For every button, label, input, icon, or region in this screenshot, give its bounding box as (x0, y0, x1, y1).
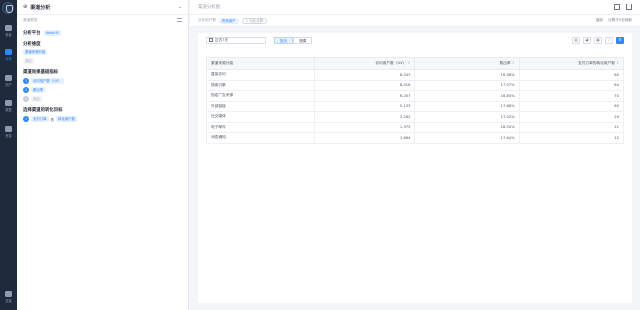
table-body: 直接访问 8,043 16.98% 80 搜索引擎 8,018 17.07% 84 指定广告… (205, 69, 625, 144)
result-toolbar: 过去7天 按天 按周 ▥ ◕ ▦ ⟋ ☰ (198, 33, 632, 47)
config-sidebar: ⊕ 渠道分析 ⌄ 渠道类型 分析平台 Web/H5 分析维度 渠道来源分组 添加… (17, 0, 189, 310)
sort-icon[interactable]: ↕ (616, 61, 619, 65)
metrics-section: 渠道效果基础指标 1 访问用户数（UV） 2 跳出率 + 添加 (17, 69, 188, 102)
goal-connector: 的 (50, 117, 54, 122)
metric-chip[interactable]: 跳出率 (31, 87, 46, 93)
calc-time[interactable]: 计算于2分钟前 (608, 18, 632, 23)
nav-item-data[interactable]: 数据 (0, 97, 17, 114)
nav-item-resources[interactable]: 资源 (0, 123, 17, 140)
add-metric-button[interactable]: 添加 (31, 96, 42, 102)
granularity-day[interactable]: 按天 (274, 36, 294, 44)
result-card: 过去7天 按天 按周 ▥ ◕ ▦ ⟋ ☰ 渠道来源分组 访问用户数（UV）↕ 跳… (198, 33, 632, 303)
bar-chart-icon[interactable]: ▥ (572, 36, 580, 44)
metric-number: 2 (23, 87, 29, 93)
col-header-conversion[interactable]: 支付订单的转化用户数↕ (518, 57, 625, 70)
nav-item-settings[interactable]: 设置 (0, 288, 17, 305)
gear-icon (5, 291, 12, 297)
goal-metric-chip[interactable]: 转化用户数 (55, 116, 77, 122)
sidebar-title: 渠道分析 (30, 4, 51, 11)
page-title[interactable]: 渠道分析图 (198, 4, 220, 10)
platform-section: 分析平台 Web/H5 (17, 30, 188, 36)
dimension-section: 分析维度 渠道来源分组 添加 (17, 41, 188, 64)
sort-icon[interactable]: ↕ (407, 61, 410, 65)
result-table: 渠道来源分组 访问用户数（UV）↕ 跳出率↕ 支付订单的转化用户数↕ 直接访问 8… (205, 57, 625, 144)
sidebar-header: ⊕ 渠道分析 ⌄ (17, 0, 188, 15)
dimension-label: 分析维度 (23, 42, 41, 47)
goal-item[interactable]: 1 支付订单 的 转化用户数 (23, 116, 182, 122)
dashboard-icon (5, 25, 12, 31)
goal-number: 1 (23, 116, 29, 122)
table-row: 直接访问 8,043 16.98% 80 (205, 69, 625, 81)
table-icon[interactable]: ☰ (616, 36, 624, 44)
filter-bar: 分析用户群 所有用户 + 对比分群 保存 计算于2分钟前 (190, 15, 640, 27)
metric-item[interactable]: 1 访问用户数（UV） (23, 78, 182, 84)
date-range-picker[interactable]: 过去7天 (206, 36, 266, 44)
dimension-chip[interactable]: 渠道来源分组 (23, 49, 48, 55)
chevron-down-icon[interactable]: ⌄ (178, 4, 182, 10)
metric-item[interactable]: 2 跳出率 (23, 87, 182, 93)
calendar-icon (209, 38, 213, 42)
user-group-label: 分析用户群 (198, 18, 216, 22)
line-chart-icon[interactable]: ⟋ (605, 36, 613, 44)
metric-number: 1 (23, 78, 29, 84)
table-row: 外部链接 5,133 17.88% 60 (205, 100, 625, 112)
metric-chip[interactable]: 访问用户数（UV） (31, 78, 64, 84)
analysis-icon (5, 49, 12, 55)
goal-section: 选择渠道的转化目标 1 支付订单 的 转化用户数 (17, 107, 188, 122)
left-nav: 看板 分析 用户 数据 资源 设置 (0, 0, 17, 310)
sort-icon[interactable]: ↕ (512, 61, 515, 65)
sidebar-subtitle: 渠道类型 (23, 17, 38, 22)
app-logo[interactable] (2, 2, 14, 14)
user-group-pill[interactable]: 所有用户 (218, 17, 239, 24)
sidebar-subheader: 渠道类型 (17, 15, 188, 25)
nav-item-analysis[interactable]: 分析 (0, 46, 17, 63)
col-header-bounce[interactable]: 跳出率↕ (414, 57, 520, 70)
granularity-toggle: 按天 按周 (274, 36, 313, 44)
nav-item-dashboard[interactable]: 看板 (0, 22, 17, 39)
table-row: 电子邮件 1,975 18.54% 21 (205, 121, 625, 133)
table-header-row: 渠道来源分组 访问用户数（UV）↕ 跳出率↕ 支付订单的转化用户数↕ (205, 57, 625, 70)
grid-icon[interactable]: ▦ (594, 36, 602, 44)
col-header-channel[interactable]: 渠道来源分组 (205, 57, 316, 70)
nav-item-users[interactable]: 用户 (0, 72, 17, 89)
add-metric-icon[interactable]: + (23, 96, 29, 102)
view-switcher: ▥ ◕ ▦ ⟋ ☰ (572, 36, 624, 44)
data-icon (5, 100, 12, 106)
date-range-value: 过去7天 (215, 37, 229, 42)
resources-icon (5, 126, 12, 132)
save-link[interactable]: 保存 (596, 18, 603, 23)
goal-label: 选择渠道的转化目标 (23, 108, 63, 113)
table-row: 社交媒体 3,262 17.02% 29 (205, 111, 625, 123)
compare-segment-button[interactable]: + 对比分群 (241, 17, 268, 24)
add-dimension-button[interactable]: 添加 (23, 58, 34, 64)
platform-label: 分析平台 (23, 31, 41, 36)
table-row: 指定广告来源 6,207 16.85% 70 (205, 90, 625, 102)
channel-icon: ⊕ (23, 4, 28, 10)
main-area: 渠道分析图 分析用户群 所有用户 + 对比分群 保存 计算于2分钟前 过去7天 … (190, 0, 640, 310)
col-header-uv[interactable]: 访问用户数（UV）↕ (314, 57, 416, 70)
users-icon (5, 75, 12, 81)
download-icon[interactable] (626, 4, 632, 10)
granularity-week[interactable]: 按周 (293, 36, 313, 44)
table-row: 搜索引擎 8,018 17.07% 84 (205, 79, 625, 91)
table-row: 消息通知 1,664 17.64% 12 (205, 132, 625, 144)
main-topbar: 渠道分析图 (190, 0, 640, 15)
metrics-label: 渠道效果基础指标 (23, 70, 59, 75)
menu-icon[interactable] (177, 18, 182, 22)
save-icon[interactable] (614, 4, 620, 10)
goal-event-chip[interactable]: 支付订单 (31, 116, 49, 122)
platform-chip[interactable]: Web/H5 (43, 30, 61, 36)
pie-chart-icon[interactable]: ◕ (583, 36, 591, 44)
